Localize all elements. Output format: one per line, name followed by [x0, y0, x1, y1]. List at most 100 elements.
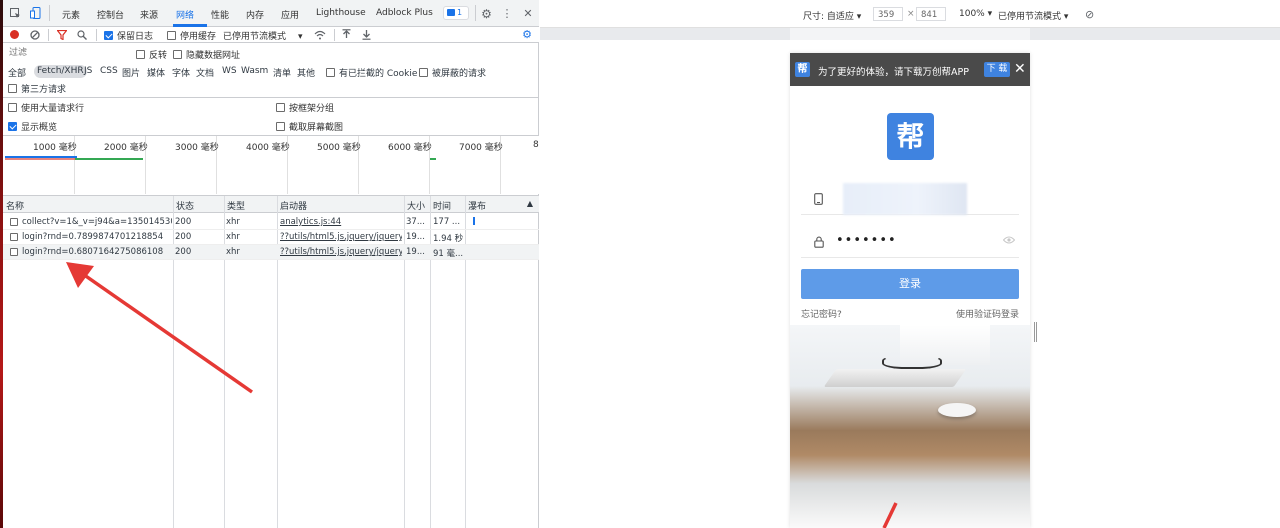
- type-filter-wasm[interactable]: Wasm: [241, 66, 268, 76]
- tab-elements[interactable]: 元素: [62, 8, 80, 21]
- type-filter-font[interactable]: 字体: [172, 66, 190, 79]
- request-name[interactable]: login?rnd=0.6807164275086108: [22, 247, 172, 257]
- phone-field[interactable]: [801, 183, 1019, 215]
- request-name[interactable]: login?rnd=0.7899874701218854: [22, 232, 172, 242]
- throttling-select[interactable]: 已停用节流模式 ▾: [223, 29, 303, 42]
- device-toggle-icon[interactable]: [29, 7, 41, 19]
- inspect-element-icon[interactable]: [9, 7, 21, 19]
- width-input[interactable]: 359: [873, 7, 903, 21]
- third-party-toggle[interactable]: 第三方请求: [8, 82, 66, 95]
- capture-screenshots-checkbox[interactable]: [276, 122, 285, 131]
- type-filter-img[interactable]: 图片: [122, 66, 140, 79]
- type-filter-fetch-xhr[interactable]: Fetch/XHR: [34, 65, 87, 78]
- export-har-icon[interactable]: [361, 28, 372, 40]
- type-filter-all[interactable]: 全部: [8, 66, 26, 79]
- zoom-select[interactable]: 100% ▾: [959, 9, 992, 19]
- request-name[interactable]: collect?v=1&_v=j94&a=1350145301...: [22, 217, 172, 227]
- request-initiator-link[interactable]: ??utils/html5.js,jquery/jquery...: [280, 232, 402, 242]
- request-initiator-link[interactable]: ??utils/html5.js,jquery/jquery...: [280, 247, 402, 257]
- third-party-checkbox[interactable]: [8, 84, 17, 93]
- filter-icon[interactable]: [56, 29, 67, 40]
- blocked-requests-checkbox[interactable]: [419, 68, 428, 77]
- disable-cache-toggle[interactable]: 停用缓存: [167, 29, 216, 42]
- table-row[interactable]: login?rnd=0.7899874701218854 200 xhr ??u…: [3, 230, 539, 245]
- type-filter-other[interactable]: 其他: [297, 66, 315, 79]
- capture-screenshots-toggle[interactable]: 截取屏幕截图: [276, 120, 343, 133]
- group-by-frame-checkbox[interactable]: [276, 103, 285, 112]
- show-overview-toggle[interactable]: 显示概览: [8, 120, 57, 133]
- more-options-icon[interactable]: ⋮: [502, 7, 513, 20]
- column-header-type[interactable]: 类型: [224, 196, 277, 213]
- hide-data-urls-checkbox[interactable]: [173, 50, 182, 59]
- tab-memory[interactable]: 内存: [246, 8, 264, 21]
- blocked-cookies-checkbox[interactable]: [326, 68, 335, 77]
- type-filter-ws[interactable]: WS: [222, 66, 237, 76]
- device-throttling-select[interactable]: 已停用节流模式 ▾: [998, 9, 1068, 22]
- dimensions-select[interactable]: 尺寸: 自适应 ▾: [803, 9, 861, 22]
- column-header-time[interactable]: 时间: [430, 196, 465, 213]
- resize-handle[interactable]: [1034, 322, 1037, 342]
- sort-up-icon[interactable]: ▲: [527, 199, 533, 208]
- tab-sources[interactable]: 来源: [140, 8, 158, 21]
- filter-bar: 反转 隐藏数据网址: [3, 44, 539, 62]
- blocked-cookies-toggle[interactable]: 有已拦截的 Cookie: [326, 66, 417, 79]
- search-icon[interactable]: [76, 29, 87, 40]
- lock-icon: [814, 236, 824, 251]
- overview-time-label: 4000 毫秒: [246, 143, 290, 153]
- type-filter-manifest[interactable]: 清单: [273, 66, 291, 79]
- invert-toggle[interactable]: 反转: [136, 48, 167, 61]
- height-input[interactable]: 841: [916, 7, 946, 21]
- tab-console[interactable]: 控制台: [97, 8, 124, 21]
- tab-network[interactable]: 网络: [176, 8, 194, 21]
- column-header-initiator[interactable]: 启动器: [277, 196, 404, 213]
- large-rows-toggle[interactable]: 使用大量请求行: [8, 101, 84, 114]
- type-filter-js[interactable]: JS: [84, 66, 92, 76]
- invert-checkbox[interactable]: [136, 50, 145, 59]
- type-filter-doc[interactable]: 文档: [196, 66, 214, 79]
- blocked-requests-toggle[interactable]: 被屏蔽的请求: [419, 66, 486, 79]
- forgot-password-link[interactable]: 忘记密码?: [801, 307, 842, 320]
- close-devtools-icon[interactable]: ✕: [522, 7, 534, 20]
- issues-badge-count: 1: [457, 8, 463, 17]
- settings-gear-icon[interactable]: ⚙: [480, 7, 493, 21]
- preserve-log-checkbox[interactable]: [104, 31, 113, 40]
- record-icon[interactable]: [10, 30, 19, 39]
- overview-dom-line: [5, 158, 83, 160]
- overview-time-label: 1000 毫秒: [33, 143, 77, 153]
- large-rows-checkbox[interactable]: [8, 103, 17, 112]
- tab-application[interactable]: 应用: [281, 8, 299, 21]
- login-button[interactable]: 登录: [801, 269, 1019, 299]
- message-icon: [447, 9, 455, 16]
- group-by-frame-toggle[interactable]: 按框架分组: [276, 101, 334, 114]
- filter-input[interactable]: [5, 46, 130, 60]
- request-initiator-link[interactable]: analytics.js:44: [280, 217, 402, 227]
- import-har-icon[interactable]: [341, 28, 352, 40]
- clear-icon[interactable]: [29, 29, 40, 40]
- column-header-name[interactable]: 名称: [3, 196, 173, 213]
- waterfall-bar: [473, 217, 475, 225]
- download-button[interactable]: 下 载: [984, 62, 1010, 77]
- column-header-status[interactable]: 状态: [173, 196, 224, 213]
- close-banner-icon[interactable]: ✕: [1014, 61, 1026, 77]
- rotate-icon[interactable]: ⊘: [1085, 8, 1094, 21]
- network-settings-gear-icon[interactable]: ⚙: [521, 28, 533, 41]
- password-field[interactable]: •••••••: [801, 226, 1019, 258]
- tab-lighthouse[interactable]: Lighthouse: [316, 8, 366, 18]
- show-overview-checkbox[interactable]: [8, 122, 17, 131]
- tab-adblock-plus[interactable]: Adblock Plus: [376, 8, 433, 18]
- request-type: xhr: [226, 232, 240, 242]
- eye-hidden-icon[interactable]: [1002, 236, 1016, 247]
- tab-performance[interactable]: 性能: [211, 8, 229, 21]
- wifi-settings-icon[interactable]: [313, 29, 327, 40]
- disable-cache-checkbox[interactable]: [167, 31, 176, 40]
- type-filter-media[interactable]: 媒体: [147, 66, 165, 79]
- preserve-log-toggle[interactable]: 保留日志: [104, 29, 153, 42]
- chevron-down-icon: ▾: [1063, 12, 1069, 22]
- type-filter-css[interactable]: CSS: [100, 66, 118, 76]
- table-row[interactable]: collect?v=1&_v=j94&a=1350145301... 200 x…: [3, 215, 539, 230]
- column-header-waterfall[interactable]: 瀑布 ▲: [465, 196, 539, 213]
- sms-login-link[interactable]: 使用验证码登录: [956, 307, 1019, 320]
- hide-data-urls-toggle[interactable]: 隐藏数据网址: [173, 48, 240, 61]
- table-row[interactable]: login?rnd=0.6807164275086108 200 xhr ??u…: [3, 245, 539, 260]
- column-header-size[interactable]: 大小: [404, 196, 430, 213]
